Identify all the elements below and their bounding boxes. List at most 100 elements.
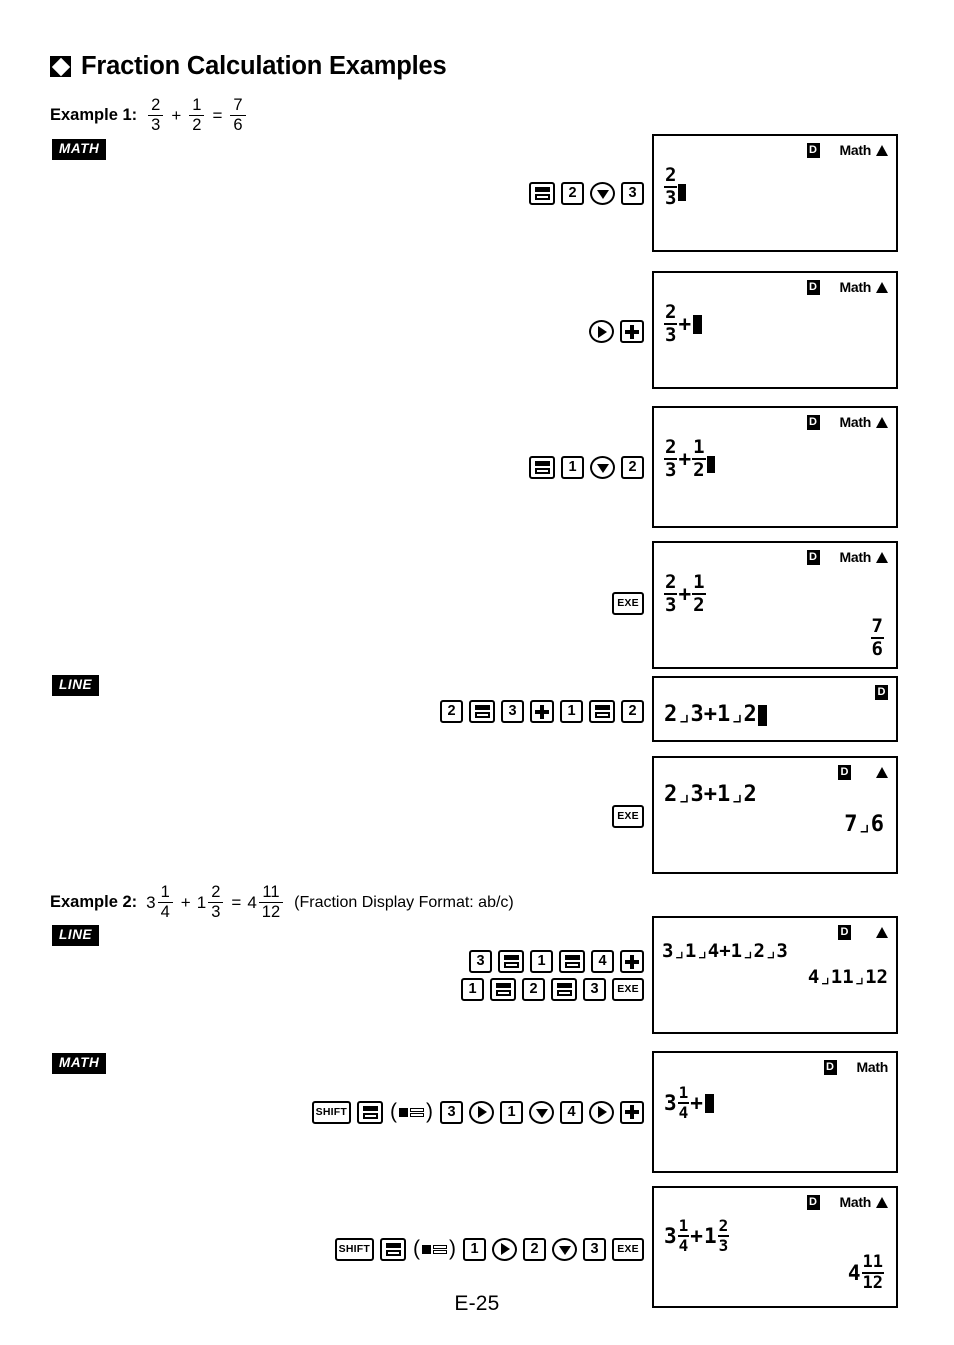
key-3[interactable]: 3 <box>440 1100 463 1124</box>
key-1[interactable]: 1 <box>561 456 584 479</box>
fraction-key-icon[interactable] <box>559 950 585 973</box>
key-sequence-8[interactable]: SHIFT ( ) 3 1 4 <box>296 1100 644 1124</box>
text-cursor <box>706 456 715 473</box>
lcd-entry-3: 2 3 + 1 2 <box>664 438 715 480</box>
key-1[interactable]: 1 <box>530 950 553 973</box>
fraction-key-icon[interactable] <box>551 978 577 1001</box>
operator-equals: = <box>212 105 223 125</box>
plus-key-icon[interactable] <box>620 1100 644 1124</box>
denominator: 4 <box>677 1102 690 1122</box>
display-fraction-1: 1 4 <box>677 1216 690 1254</box>
plus-key-icon[interactable] <box>620 320 644 343</box>
key-3[interactable]: 3 <box>469 950 492 973</box>
d-indicator: D <box>806 279 820 295</box>
example-1-expression: 2 3 + 1 2 = 7 6 <box>146 96 247 134</box>
key-sequence-5[interactable]: 2 3 1 2 <box>424 700 644 723</box>
lcd-answer-6: 7⌟6 <box>844 814 884 836</box>
exe-key[interactable]: EXE <box>612 805 644 828</box>
key-1[interactable]: 1 <box>461 978 484 1001</box>
display-fraction-2: 2 3 <box>717 1218 730 1255</box>
lcd-status-bar-4: D Math <box>806 549 888 565</box>
display-answer-whole: 4 <box>847 1260 861 1285</box>
denominator: 2 <box>189 115 205 134</box>
key-sequence-3[interactable]: 1 2 <box>520 456 644 479</box>
lcd-screen-9: D Math 3 1 4 + 1 2 3 4 11 12 <box>652 1186 898 1308</box>
key-2[interactable]: 2 <box>621 456 644 479</box>
key-4[interactable]: 4 <box>560 1100 583 1124</box>
whole-box-icon <box>422 1244 431 1254</box>
denominator: 3 <box>717 1235 730 1255</box>
lcd-entry-8: 3 1 4 + <box>664 1085 714 1121</box>
fraction-format-note: (Fraction Display Format: ab/c) <box>294 893 514 911</box>
fraction-key-icon[interactable] <box>357 1100 383 1124</box>
text-cursor <box>693 314 703 334</box>
d-indicator: D <box>823 1059 837 1075</box>
display-fraction: 2 3 <box>664 303 678 345</box>
up-arrow-indicator-icon <box>876 766 888 778</box>
exe-key[interactable]: EXE <box>612 1237 644 1261</box>
key-sequence-1[interactable]: 2 3 <box>520 182 644 205</box>
fraction-key-icon[interactable] <box>589 700 615 723</box>
math-indicator: Math <box>840 549 888 565</box>
key-sequence-9[interactable]: SHIFT ( ) 1 2 3 EXE <box>326 1237 644 1261</box>
lcd-status-bar-6: D <box>838 764 888 780</box>
fraction-key-icon[interactable] <box>529 182 555 205</box>
denominator: 3 <box>664 458 678 481</box>
fraction-11-12: 11 12 <box>257 883 285 921</box>
text-cursor <box>678 184 687 201</box>
key-sequence-7b[interactable]: 1 2 3 EXE <box>456 978 644 1001</box>
math-indicator-label: Math <box>839 1194 872 1210</box>
key-sequence-7a[interactable]: 3 1 4 <box>456 950 644 973</box>
key-3[interactable]: 3 <box>583 978 606 1001</box>
lcd-answer-7: 4⌟11⌟12 <box>808 968 888 987</box>
key-2[interactable]: 2 <box>522 978 545 1001</box>
key-1[interactable]: 1 <box>560 700 583 723</box>
mixed-fraction-symbol-icon: ( ) <box>413 1237 456 1261</box>
stacked-box-fraction-icon <box>433 1244 447 1254</box>
fraction-key-icon[interactable] <box>529 456 555 479</box>
key-4[interactable]: 4 <box>591 950 614 973</box>
key-2[interactable]: 2 <box>621 700 644 723</box>
numerator: 11 <box>862 1252 883 1272</box>
down-arrow-key-icon[interactable] <box>590 182 615 205</box>
fraction-key-icon[interactable] <box>469 700 495 723</box>
d-indicator: D <box>806 1194 820 1210</box>
key-3[interactable]: 3 <box>583 1237 606 1261</box>
down-arrow-key-icon[interactable] <box>590 456 615 479</box>
lcd-answer-9: 4 11 12 <box>848 1254 884 1292</box>
key-1[interactable]: 1 <box>500 1100 523 1124</box>
right-arrow-key-icon[interactable] <box>469 1100 494 1124</box>
numerator: 1 <box>678 1216 689 1235</box>
key-2[interactable]: 2 <box>440 700 463 723</box>
key-1[interactable]: 1 <box>463 1237 486 1261</box>
key-3[interactable]: 3 <box>621 182 644 205</box>
fraction-key-icon[interactable] <box>490 978 516 1001</box>
down-arrow-key-icon[interactable] <box>552 1237 577 1261</box>
lcd-status-bar-9: D Math <box>806 1194 888 1210</box>
plus-key-icon[interactable] <box>620 950 644 973</box>
denominator: 6 <box>230 115 246 134</box>
key-2[interactable]: 2 <box>561 182 584 205</box>
plus-key-icon[interactable] <box>530 700 554 723</box>
right-arrow-key-icon[interactable] <box>492 1237 517 1261</box>
exe-key[interactable]: EXE <box>612 592 644 615</box>
key-sequence-4[interactable]: EXE <box>582 592 644 615</box>
key-3[interactable]: 3 <box>501 700 524 723</box>
fraction-key-icon[interactable] <box>498 950 524 973</box>
shift-key[interactable]: SHIFT <box>334 1237 374 1261</box>
key-sequence-2[interactable] <box>584 320 644 343</box>
math-indicator: Math <box>857 1059 889 1075</box>
lcd-entry-5: 2⌟3+1⌟2 <box>664 704 767 726</box>
down-arrow-key-icon[interactable] <box>529 1100 554 1124</box>
key-sequence-6[interactable]: EXE <box>582 805 644 828</box>
exe-key[interactable]: EXE <box>612 978 644 1001</box>
fraction-key-icon[interactable] <box>380 1237 406 1261</box>
lcd-screen-5: D 2⌟3+1⌟2 <box>652 676 898 742</box>
operator-plus: + <box>180 892 191 912</box>
up-arrow-indicator-icon <box>876 1196 888 1208</box>
key-2[interactable]: 2 <box>523 1237 546 1261</box>
right-arrow-key-icon[interactable] <box>589 1100 614 1124</box>
shift-key[interactable]: SHIFT <box>311 1100 351 1124</box>
right-arrow-key-icon[interactable] <box>589 320 614 343</box>
denominator: 3 <box>664 186 678 209</box>
